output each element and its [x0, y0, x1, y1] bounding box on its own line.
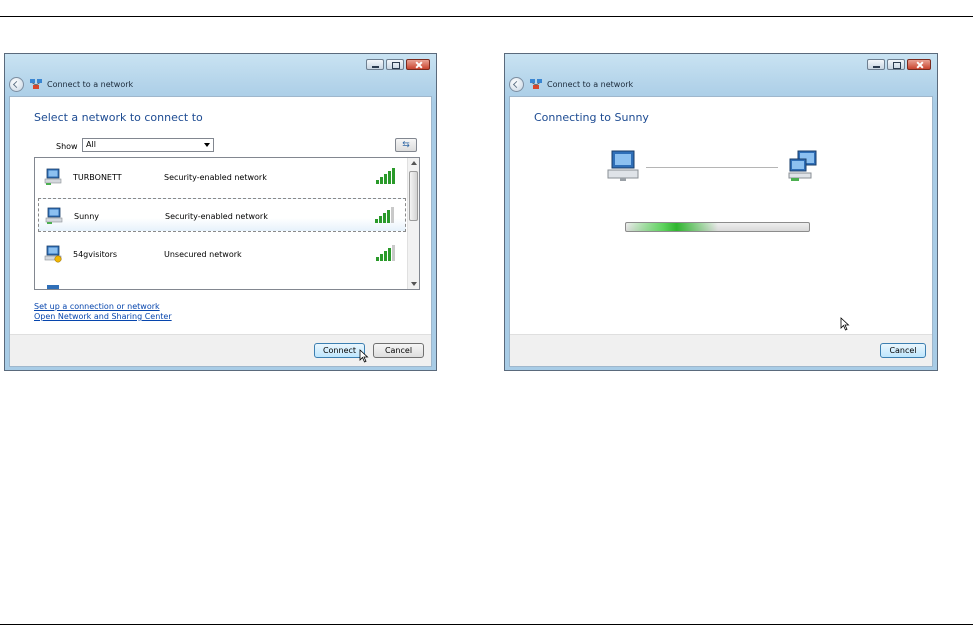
title-row: Connect to a network	[509, 74, 633, 94]
network-security: Security-enabled network	[165, 212, 268, 221]
scroll-down-icon[interactable]	[411, 282, 417, 286]
network-security: Security-enabled network	[164, 173, 267, 182]
connection-progress-bar	[625, 222, 810, 232]
caption-buttons	[867, 59, 931, 70]
show-label: Show	[56, 142, 78, 151]
network-name: Sunny	[74, 212, 100, 221]
window-client: Select a network to connect to Show All …	[9, 96, 432, 367]
mouse-cursor-icon	[359, 349, 369, 363]
window-title: Connect to a network	[547, 79, 634, 89]
chevron-down-icon	[204, 143, 210, 147]
back-arrow-icon[interactable]	[9, 76, 24, 92]
refresh-icon: ⇆	[402, 140, 410, 150]
caption-buttons	[366, 59, 430, 70]
window-title: Connect to a network	[47, 79, 134, 89]
connect-network-window-left: Connect to a network Select a network to…	[4, 53, 437, 371]
maximize-icon[interactable]	[887, 59, 905, 70]
page-heading: Connecting to Sunny	[534, 111, 649, 124]
back-arrow-icon[interactable]	[509, 76, 524, 92]
network-icon	[30, 79, 42, 89]
mouse-cursor-icon	[840, 317, 850, 331]
maximize-icon[interactable]	[386, 59, 404, 70]
close-icon[interactable]	[406, 59, 430, 70]
cancel-button-label: Cancel	[384, 346, 413, 355]
button-footer: Cancel	[510, 334, 932, 366]
minimize-icon[interactable]	[366, 59, 384, 70]
network-name: TURBONETT	[73, 173, 122, 182]
network-row-selected[interactable]: Sunny Security-enabled network	[38, 198, 406, 232]
progress-fill	[626, 223, 718, 231]
window-client: Connecting to Sunny Cancel	[509, 96, 933, 367]
scroll-thumb[interactable]	[409, 171, 418, 221]
show-filter-value: All	[86, 140, 96, 149]
title-row: Connect to a network	[9, 74, 133, 94]
signal-bars-icon	[376, 284, 396, 289]
network-computers-icon	[788, 150, 817, 181]
unsecured-computer-icon	[44, 245, 62, 263]
computer-icon	[44, 168, 62, 185]
signal-bars-icon	[375, 207, 395, 223]
network-name: 54gvisitors	[73, 250, 118, 259]
close-icon[interactable]	[907, 59, 931, 70]
signal-bars-icon	[376, 245, 396, 261]
connection-line	[646, 167, 778, 168]
network-row-partial[interactable]	[38, 276, 406, 289]
signal-bars-icon	[376, 168, 396, 184]
connect-network-window-right: Connect to a network Connecting to Sunny	[504, 53, 938, 371]
minimize-icon[interactable]	[867, 59, 885, 70]
network-row[interactable]: 54gvisitors Unsecured network	[38, 237, 406, 271]
connect-button[interactable]: Connect	[314, 343, 365, 358]
setup-connection-link[interactable]: Set up a connection or network	[34, 302, 160, 311]
show-filter-dropdown[interactable]: All	[82, 138, 214, 152]
refresh-button[interactable]: ⇆	[395, 138, 417, 152]
network-list[interactable]: TURBONETT Security-enabled network Sunny…	[34, 157, 420, 290]
cancel-button[interactable]: Cancel	[373, 343, 424, 358]
network-row[interactable]: TURBONETT Security-enabled network	[38, 160, 406, 194]
network-sharing-center-link[interactable]: Open Network and Sharing Center	[34, 312, 172, 321]
network-icon	[530, 79, 542, 89]
page-heading: Select a network to connect to	[34, 111, 203, 124]
cancel-button[interactable]: Cancel	[880, 343, 926, 358]
connect-button-label: Connect	[322, 346, 357, 355]
cancel-button-label: Cancel	[889, 346, 917, 355]
connection-diagram	[606, 149, 822, 185]
button-footer: Connect Cancel	[10, 334, 431, 366]
scroll-up-icon[interactable]	[411, 161, 417, 165]
vertical-scrollbar[interactable]	[407, 158, 419, 289]
top-rule	[0, 16, 973, 17]
computer-icon	[45, 207, 63, 224]
network-security: Unsecured network	[164, 250, 242, 259]
computer-icon	[607, 150, 639, 181]
computer-icon	[47, 285, 59, 289]
